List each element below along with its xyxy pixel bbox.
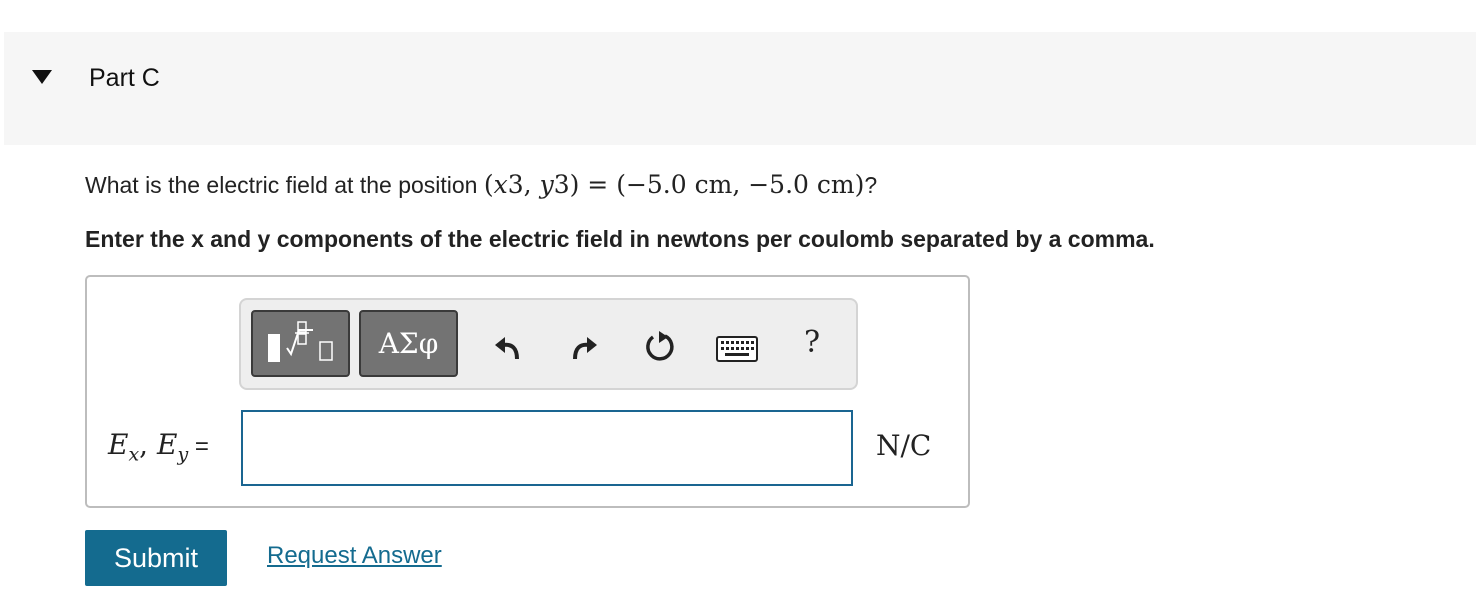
redo-icon[interactable] bbox=[569, 333, 599, 361]
answer-input[interactable] bbox=[241, 410, 853, 486]
templates-icon bbox=[268, 321, 333, 362]
answer-label: Ex, Ey = bbox=[108, 428, 209, 466]
question-text: What is the electric field at the positi… bbox=[85, 170, 877, 199]
part-title: Part C bbox=[89, 64, 160, 92]
instructions: Enter the x and y components of the elec… bbox=[85, 226, 1155, 252]
submit-button[interactable]: Submit bbox=[85, 530, 227, 586]
question-math: (x3, y3) = (−5.0 cm, −5.0 cm) bbox=[483, 170, 865, 199]
undo-icon[interactable] bbox=[493, 333, 523, 361]
reset-icon[interactable] bbox=[643, 330, 677, 364]
templates-button[interactable] bbox=[251, 310, 350, 377]
request-answer-link[interactable]: Request Answer bbox=[267, 542, 442, 570]
part-header bbox=[4, 32, 1476, 145]
units-label: N/C bbox=[876, 429, 932, 462]
question-suffix: ? bbox=[864, 172, 878, 198]
question-prefix: What is the electric field at the positi… bbox=[85, 172, 484, 198]
help-button[interactable]: ? bbox=[804, 325, 820, 360]
collapse-triangle-icon[interactable] bbox=[32, 70, 52, 84]
keyboard-icon[interactable] bbox=[716, 336, 758, 362]
greek-symbols-button[interactable]: ΑΣφ bbox=[359, 310, 458, 377]
